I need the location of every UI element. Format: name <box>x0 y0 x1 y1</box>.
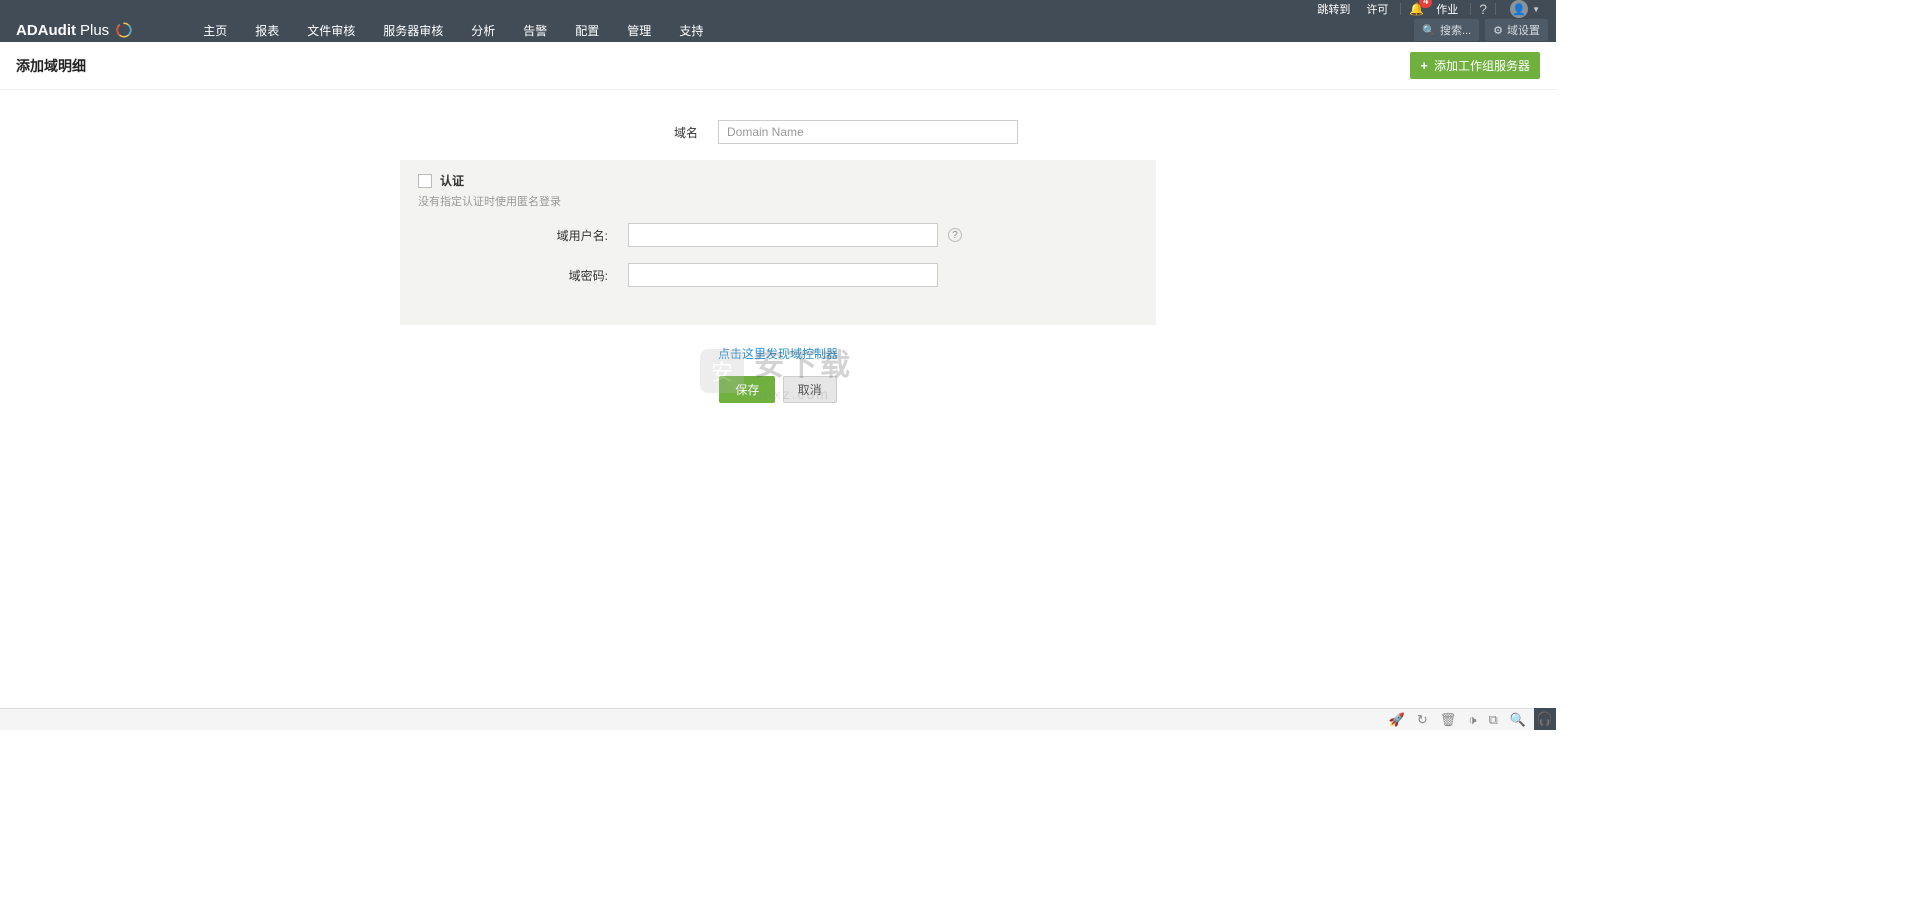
header-tools: 🔍 搜索... ⚙ 域设置 <box>1414 18 1556 42</box>
form-actions: 保存 取消 <box>0 376 1556 403</box>
add-workgroup-server-label: 添加工作组服务器 <box>1434 57 1530 74</box>
main-nav: 主页 报表 文件审核 服务器审核 分析 告警 配置 管理 支持 <box>189 18 717 42</box>
domain-name-row: 域名 <box>0 120 1556 144</box>
refresh-icon[interactable]: ↻ <box>1417 712 1428 728</box>
nav-reports[interactable]: 报表 <box>241 18 293 42</box>
auth-header: 认证 <box>418 172 1138 189</box>
search-label: 搜索... <box>1440 22 1471 38</box>
separator <box>1400 3 1401 15</box>
nav-support[interactable]: 支持 <box>665 18 717 42</box>
nav-alerts[interactable]: 告警 <box>509 18 561 42</box>
gear-icon: ⚙ <box>1493 24 1503 37</box>
bottom-toolbar: 🚀 ↻ 🗑 🕩 ⧉ 🔍 <box>0 708 1556 730</box>
nav-manage[interactable]: 管理 <box>613 18 665 42</box>
app-header: 跳转到 许可 🔔4 作业 ? 👤 ▼ ADAudit Plus 主页 <box>0 0 1556 42</box>
separator <box>1495 3 1496 15</box>
auth-hint: 没有指定认证时使用匿名登录 <box>418 193 1138 209</box>
nav-home[interactable]: 主页 <box>189 18 241 42</box>
auth-label: 认证 <box>440 172 464 189</box>
rocket-icon[interactable]: 🚀 <box>1389 712 1405 728</box>
logo-text-thin: Plus <box>80 22 109 39</box>
discover-dc-link[interactable]: 点击这里发现域控制器 <box>718 347 838 361</box>
nav-config[interactable]: 配置 <box>561 18 613 42</box>
jump-to-link[interactable]: 跳转到 <box>1313 1 1354 17</box>
headset-icon: 🎧 <box>1537 711 1553 727</box>
plus-icon: + <box>1420 58 1428 73</box>
discover-dc-row: 点击这里发现域控制器 <box>0 345 1556 362</box>
domain-settings-button[interactable]: ⚙ 域设置 <box>1485 19 1548 41</box>
domain-password-label: 域密码: <box>478 267 628 284</box>
trash-icon[interactable]: 🗑 <box>1440 712 1457 728</box>
auth-panel: 认证 没有指定认证时使用匿名登录 域用户名: ? 域密码: <box>400 160 1156 325</box>
page-title: 添加域明细 <box>16 56 86 76</box>
help-icon[interactable]: ? <box>1479 1 1487 17</box>
support-button[interactable]: 🎧 <box>1534 708 1556 730</box>
cancel-button[interactable]: 取消 <box>783 376 837 403</box>
caret-down-icon: ▼ <box>1532 5 1540 14</box>
logo-swirl-icon <box>115 21 133 39</box>
nav-file-audit[interactable]: 文件审核 <box>293 18 369 42</box>
separator <box>1470 3 1471 15</box>
domain-password-row: 域密码: <box>478 263 1138 287</box>
sound-icon[interactable]: 🕩 <box>1468 712 1476 728</box>
domain-user-input[interactable] <box>628 223 938 247</box>
nav-analysis[interactable]: 分析 <box>457 18 509 42</box>
auth-checkbox[interactable] <box>418 174 432 188</box>
help-tooltip-icon[interactable]: ? <box>948 228 962 242</box>
form-area: 域名 认证 没有指定认证时使用匿名登录 域用户名: ? 域密码: 点击这里发现域… <box>0 90 1556 443</box>
notification-badge: 4 <box>1419 0 1432 8</box>
domain-password-input[interactable] <box>628 263 938 287</box>
notifications-bell-icon[interactable]: 🔔4 <box>1409 2 1424 16</box>
header-nav-row: ADAudit Plus 主页 报表 文件审核 服务器审核 分析 告警 配置 管… <box>0 18 1556 42</box>
domain-name-label: 域名 <box>538 124 718 141</box>
account-menu[interactable]: 👤 ▼ <box>1504 0 1546 20</box>
add-workgroup-server-button[interactable]: + 添加工作组服务器 <box>1410 52 1540 79</box>
search-footer-icon[interactable]: 🔍 <box>1510 712 1526 728</box>
domain-user-row: 域用户名: ? <box>478 223 1138 247</box>
permit-link[interactable]: 许可 <box>1362 1 1392 17</box>
page-title-bar: 添加域明细 + 添加工作组服务器 <box>0 42 1556 90</box>
domain-user-label: 域用户名: <box>478 227 628 244</box>
nav-server-audit[interactable]: 服务器审核 <box>369 18 457 42</box>
search-icon: 🔍 <box>1422 24 1436 37</box>
domain-name-input[interactable] <box>718 120 1018 144</box>
search-button[interactable]: 🔍 搜索... <box>1414 19 1479 41</box>
copy-icon[interactable]: ⧉ <box>1489 712 1498 728</box>
avatar-icon: 👤 <box>1510 0 1528 18</box>
save-button[interactable]: 保存 <box>719 376 775 403</box>
domain-settings-label: 域设置 <box>1507 22 1540 38</box>
jobs-link[interactable]: 作业 <box>1432 1 1462 17</box>
header-top-row: 跳转到 许可 🔔4 作业 ? 👤 ▼ <box>0 0 1556 18</box>
product-logo[interactable]: ADAudit Plus <box>0 18 149 42</box>
logo-text-bold: ADAudit <box>16 22 76 39</box>
